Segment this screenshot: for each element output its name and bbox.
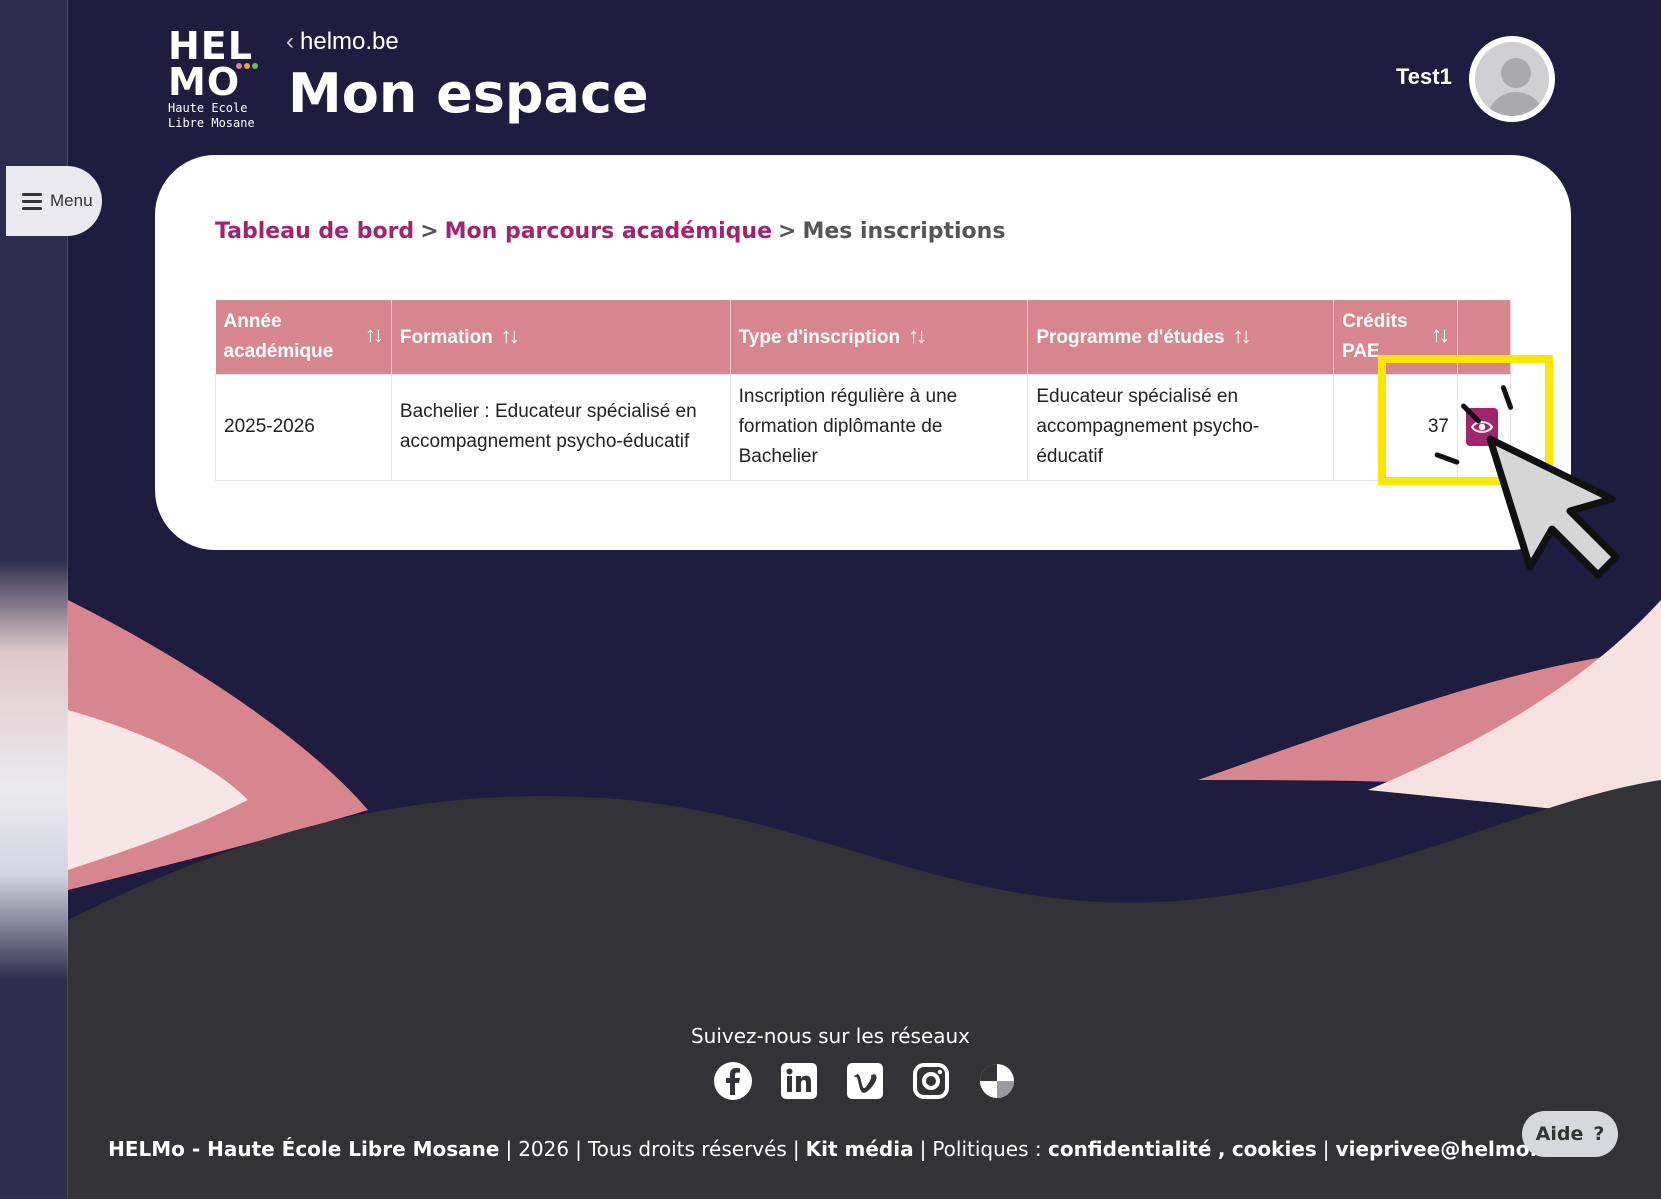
inscriptions-table: Année académique ↑↓ Formation ↑↓ Type d'i… bbox=[215, 300, 1512, 481]
privacy-link[interactable]: confidentialité bbox=[1048, 1137, 1212, 1161]
breadcrumb-separator: > bbox=[778, 219, 797, 244]
vimeo-link[interactable] bbox=[844, 1060, 886, 1102]
linkedin-link[interactable] bbox=[778, 1060, 820, 1102]
cell-programme: Educateur spécialisé en accompagnement p… bbox=[1027, 373, 1335, 481]
social-links bbox=[712, 1060, 1018, 1102]
facebook-icon bbox=[714, 1062, 752, 1100]
avatar-icon[interactable] bbox=[1469, 36, 1555, 122]
footer-legal: HELMo - Haute École Libre Mosane | 2026 | To… bbox=[108, 1137, 1565, 1161]
table-row: 2025-2026 Bachelier : Educateur spéciali… bbox=[215, 373, 1512, 481]
sort-icon[interactable]: ↑↓ bbox=[908, 323, 927, 348]
rail-decoration bbox=[0, 560, 68, 980]
column-header-annee[interactable]: Année académique ↑↓ bbox=[215, 300, 392, 374]
chevron-left-icon: ‹ bbox=[286, 28, 294, 55]
page-title: Mon espace bbox=[288, 62, 649, 125]
column-header-formation[interactable]: Formation ↑↓ bbox=[391, 300, 731, 374]
breadcrumb-dashboard[interactable]: Tableau de bord bbox=[215, 219, 414, 244]
menu-icon bbox=[22, 192, 42, 210]
help-button[interactable]: Aide ? bbox=[1522, 1111, 1618, 1157]
policies-label: Politiques : bbox=[932, 1137, 1042, 1161]
footer-rights: Tous droits réservés bbox=[587, 1137, 787, 1161]
facebook-link[interactable] bbox=[712, 1060, 754, 1102]
column-header-programme[interactable]: Programme d'études ↑↓ bbox=[1027, 300, 1335, 374]
breadcrumb-separator: > bbox=[420, 219, 439, 244]
logo-dots bbox=[236, 54, 260, 73]
logo-sub1: Haute Ecole bbox=[168, 101, 248, 115]
helmo-logo[interactable]: HEL MO Haute Ecole Libre Mosane bbox=[168, 27, 272, 132]
kit-media-link[interactable]: Kit média bbox=[806, 1137, 914, 1161]
breadcrumb-current: Mes inscriptions bbox=[802, 219, 1006, 244]
flickr-link[interactable] bbox=[976, 1060, 1018, 1102]
help-label: Aide bbox=[1535, 1123, 1584, 1145]
sort-icon[interactable]: ↑↓ bbox=[1431, 320, 1450, 350]
vimeo-icon bbox=[847, 1063, 883, 1099]
cookies-link[interactable]: cookies bbox=[1232, 1137, 1317, 1161]
back-link-label: helmo.be bbox=[300, 28, 399, 55]
flickr-icon bbox=[980, 1064, 1014, 1098]
linkedin-icon bbox=[781, 1063, 817, 1099]
menu-label: Menu bbox=[50, 191, 93, 210]
menu-button[interactable]: Menu bbox=[6, 166, 102, 236]
user-name[interactable]: Test1 bbox=[1396, 64, 1452, 90]
footer-org: HELMo - Haute École Libre Mosane bbox=[108, 1137, 500, 1161]
breadcrumb: Tableau de bord > Mon parcours académique >… bbox=[215, 219, 1005, 244]
column-header-type[interactable]: Type d'inscription ↑↓ bbox=[730, 300, 1029, 374]
cell-type: Inscription régulière à une formation di… bbox=[729, 373, 1029, 481]
logo-sub2: Libre Mosane bbox=[168, 116, 255, 130]
sort-icon[interactable]: ↑↓ bbox=[1233, 323, 1252, 348]
cell-formation: Bachelier : Educateur spécialisé en acco… bbox=[390, 373, 731, 481]
sort-icon[interactable]: ↑↓ bbox=[501, 323, 520, 348]
instagram-link[interactable] bbox=[910, 1060, 952, 1102]
instagram-icon bbox=[913, 1063, 949, 1099]
sort-icon[interactable]: ↑↓ bbox=[365, 320, 384, 350]
follow-us-text: Suivez-nous sur les réseaux bbox=[690, 1024, 971, 1048]
back-link[interactable]: ‹ helmo.be bbox=[286, 28, 399, 56]
content-card: Tableau de bord > Mon parcours académique >… bbox=[155, 155, 1571, 550]
cell-annee: 2025-2026 bbox=[215, 373, 392, 481]
footer-year: 2026 bbox=[518, 1137, 570, 1161]
breadcrumb-academic-path[interactable]: Mon parcours académique bbox=[445, 219, 772, 244]
help-icon: ? bbox=[1593, 1123, 1605, 1145]
